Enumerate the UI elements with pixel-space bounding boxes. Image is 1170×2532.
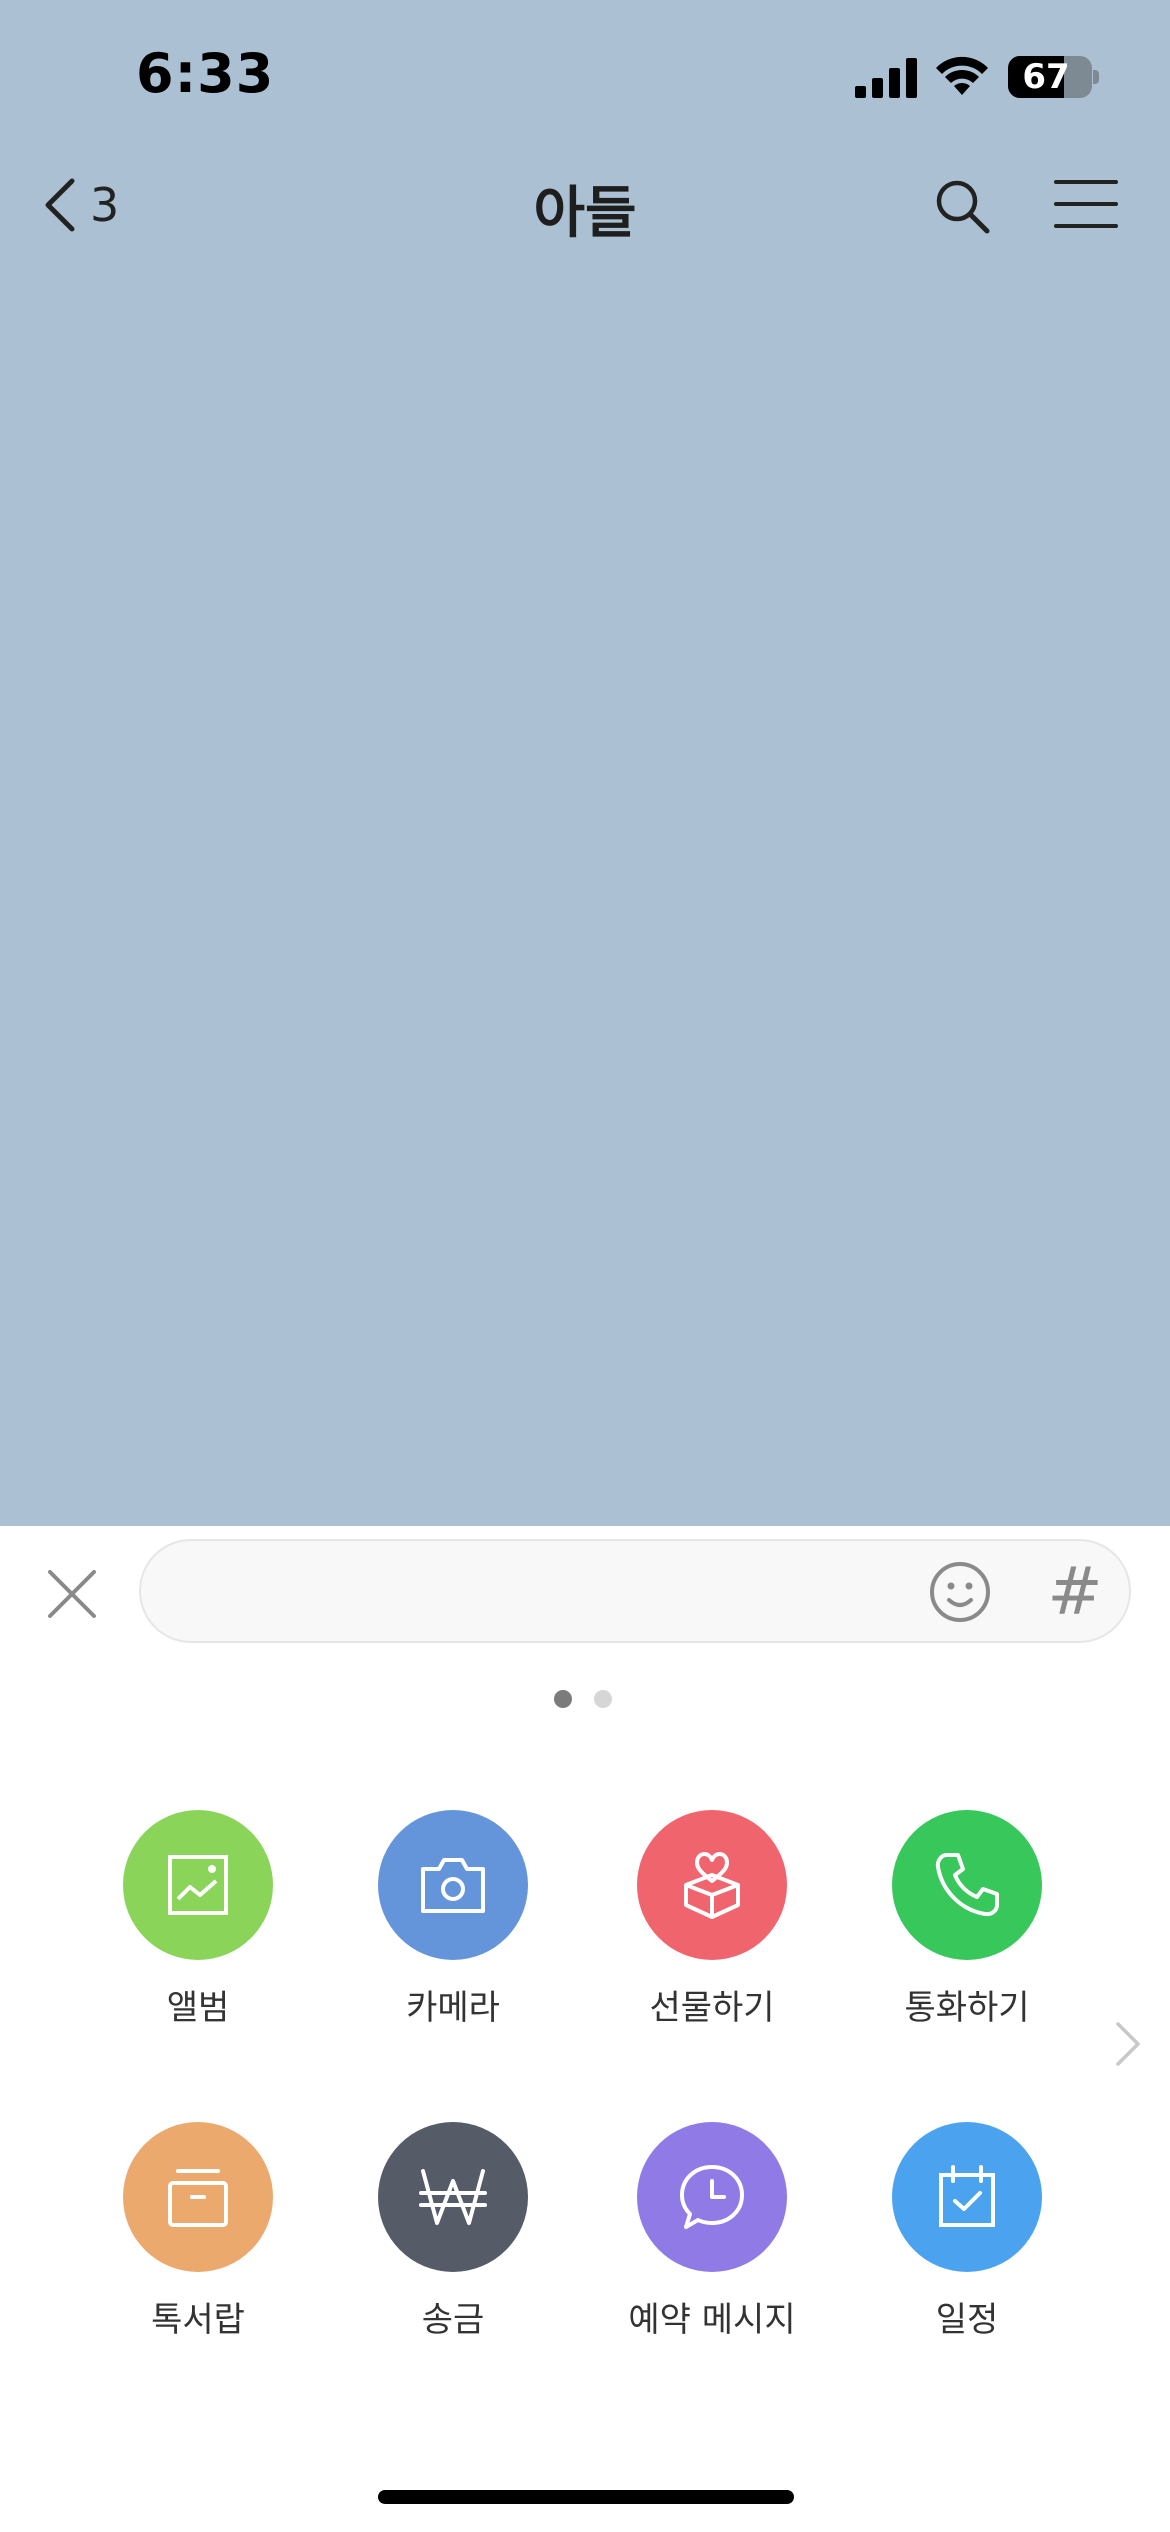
camera-icon-circle bbox=[378, 1810, 528, 1960]
wifi-icon bbox=[936, 56, 988, 95]
search-icon[interactable] bbox=[932, 176, 992, 236]
hashtag-button[interactable]: # bbox=[1040, 1550, 1110, 1634]
album-icon-circle bbox=[123, 1810, 273, 1960]
menu-item-call[interactable]: 통화하기 bbox=[857, 1810, 1077, 2040]
menu-label: 송금 bbox=[421, 2300, 485, 2340]
menu-label: 예약 메시지 bbox=[628, 2300, 796, 2340]
unread-chat-count: 3 bbox=[90, 178, 120, 232]
menu-item-album[interactable]: 앨범 bbox=[88, 1810, 308, 2040]
battery-percent: 67 bbox=[1022, 57, 1070, 97]
menu-label: 앨범 bbox=[166, 1988, 230, 2028]
page-dot-1 bbox=[554, 1690, 572, 1708]
album-icon bbox=[168, 1855, 228, 1915]
won-icon-circle bbox=[378, 2122, 528, 2272]
chat-title: 아들 bbox=[533, 181, 637, 246]
emoticon-icon[interactable] bbox=[928, 1560, 992, 1624]
cellular-signal-icon bbox=[855, 58, 917, 98]
status-time: 6:33 bbox=[136, 42, 275, 105]
chevron-left-icon bbox=[45, 178, 75, 232]
menu-item-send-money[interactable]: 송금 bbox=[343, 2122, 563, 2352]
menu-item-scheduled-message[interactable]: 예약 메시지 bbox=[602, 2122, 822, 2352]
gift-icon bbox=[684, 1851, 740, 1919]
page-dot-2 bbox=[594, 1690, 612, 1708]
menu-label: 톡서랍 bbox=[151, 2300, 245, 2340]
menu-label: 선물하기 bbox=[649, 1988, 775, 2028]
close-icon[interactable] bbox=[44, 1566, 100, 1622]
hamburger-menu-icon[interactable] bbox=[1054, 178, 1118, 230]
drawer-icon bbox=[168, 2169, 228, 2227]
calendar-icon bbox=[939, 2165, 995, 2227]
menu-item-schedule[interactable]: 일정 bbox=[857, 2122, 1077, 2352]
page-indicator bbox=[554, 1690, 612, 1708]
chat-screen: 6:33 67 3 아들 # 앨범 카메라 선물하기 통화하기 톡서랍 송금 예… bbox=[0, 0, 1170, 2532]
phone-icon bbox=[935, 1853, 999, 1917]
won-icon bbox=[419, 2169, 487, 2225]
calendar-icon-circle bbox=[892, 2122, 1042, 2272]
menu-label: 일정 bbox=[935, 2300, 999, 2340]
phone-icon-circle bbox=[892, 1810, 1042, 1960]
scheduled-message-icon-circle bbox=[637, 2122, 787, 2272]
chevron-right-icon[interactable] bbox=[1112, 2020, 1144, 2068]
gift-icon-circle bbox=[637, 1810, 787, 1960]
menu-item-talk-drawer[interactable]: 톡서랍 bbox=[88, 2122, 308, 2352]
menu-item-gift[interactable]: 선물하기 bbox=[602, 1810, 822, 2040]
home-indicator[interactable] bbox=[378, 2490, 794, 2504]
back-button[interactable]: 3 bbox=[40, 170, 119, 240]
drawer-icon-circle bbox=[123, 2122, 273, 2272]
menu-label: 통화하기 bbox=[904, 1988, 1030, 2028]
scheduled-message-icon bbox=[680, 2165, 744, 2229]
camera-icon bbox=[421, 1858, 485, 1913]
menu-item-camera[interactable]: 카메라 bbox=[343, 1810, 563, 2040]
menu-label: 카메라 bbox=[406, 1988, 500, 2028]
battery-cap bbox=[1093, 70, 1099, 84]
battery-indicator: 67 bbox=[1008, 56, 1092, 98]
